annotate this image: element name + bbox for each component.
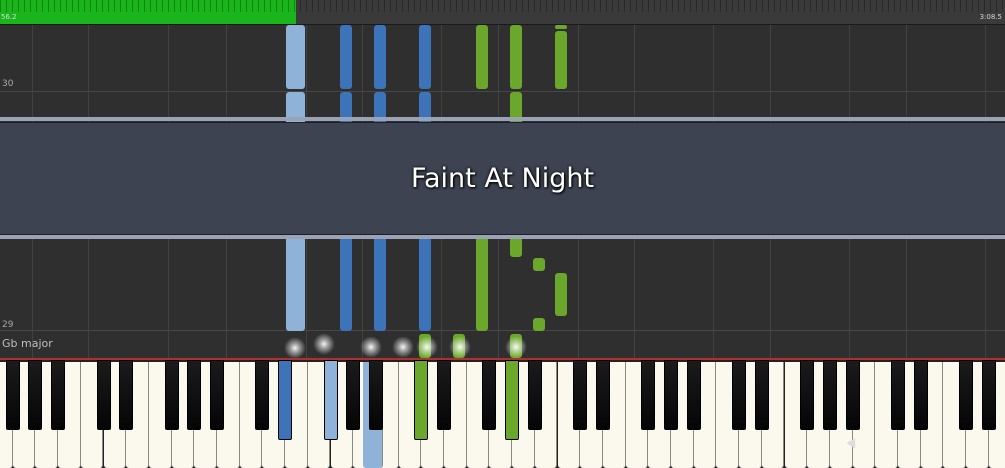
note-bar	[340, 25, 352, 89]
note-hit-glow	[313, 333, 335, 355]
note-bar	[419, 25, 431, 89]
note-bar	[476, 25, 488, 89]
piano-keyboard	[0, 360, 1005, 468]
piano-black-key[interactable]	[210, 360, 224, 430]
note-bar	[476, 237, 488, 331]
progress-ticks	[0, 0, 1005, 12]
note-hit-glow	[416, 336, 438, 358]
piano-black-key[interactable]	[278, 360, 293, 440]
piano-black-key[interactable]	[527, 360, 542, 430]
note-hit-glow	[392, 336, 414, 358]
note-bar	[340, 237, 352, 331]
piano-black-key[interactable]	[96, 360, 111, 430]
piano-black-key[interactable]	[664, 360, 678, 430]
key-signature-label: Gb major	[2, 337, 53, 350]
piano-black-key[interactable]	[641, 360, 656, 430]
note-bar	[419, 237, 431, 331]
note-bar	[286, 25, 305, 89]
note-bar	[533, 258, 545, 271]
piano-black-key[interactable]	[414, 360, 429, 440]
piano-black-key[interactable]	[5, 360, 20, 430]
piano-black-key[interactable]	[981, 360, 996, 430]
note-bar	[533, 318, 545, 331]
note-bar	[555, 31, 567, 89]
piano-black-key[interactable]	[368, 360, 383, 430]
piano-black-key[interactable]	[28, 360, 43, 430]
piano-black-key[interactable]	[845, 360, 860, 430]
elapsed-time: 56.2	[1, 13, 17, 21]
note-bar	[555, 25, 567, 29]
piano-black-key[interactable]	[323, 360, 338, 440]
piano-black-key[interactable]	[822, 360, 837, 430]
note-hit-glow	[505, 336, 527, 358]
measure-number: 30	[2, 79, 14, 89]
piano-black-key[interactable]	[255, 360, 270, 430]
piano-black-key[interactable]	[346, 360, 361, 430]
piano-black-key[interactable]	[164, 360, 179, 430]
piano-black-key[interactable]	[732, 360, 747, 430]
piano-black-key[interactable]	[913, 360, 928, 430]
banner-panel: Faint At Night	[0, 122, 1005, 235]
banner-top-edge	[0, 117, 1005, 121]
piano-black-key[interactable]	[51, 360, 66, 430]
measure-line	[0, 91, 1005, 92]
note-bar	[555, 273, 567, 316]
song-title: Faint At Night	[410, 163, 595, 194]
progress-bar[interactable]: 56.2 3:08.5	[0, 0, 1005, 25]
piano-black-key[interactable]	[686, 360, 701, 430]
piano-black-key[interactable]	[595, 360, 610, 430]
total-time: 3:08.5	[979, 13, 1002, 21]
measure-number: 29	[2, 320, 14, 330]
note-hit-glow	[284, 337, 306, 359]
note-bar	[374, 25, 386, 89]
piano-black-key[interactable]	[573, 360, 588, 430]
piano-black-key[interactable]	[482, 360, 497, 430]
note-bar	[286, 237, 305, 331]
piano-black-key[interactable]	[505, 360, 520, 440]
piano-black-key[interactable]	[959, 360, 974, 430]
piano-black-key[interactable]	[119, 360, 134, 430]
song-title-banner: Faint At Night	[0, 117, 1005, 240]
banner-bottom-edge	[0, 235, 1005, 239]
piano-black-key[interactable]	[800, 360, 815, 430]
measure-line	[0, 330, 1005, 331]
note-hit-glow	[360, 336, 382, 358]
note-bar	[510, 237, 522, 257]
note-hit-glow	[449, 336, 471, 358]
note-bar	[374, 237, 386, 331]
piano-black-key[interactable]	[891, 360, 905, 430]
piano-black-key[interactable]	[754, 360, 769, 430]
piano-black-key[interactable]	[437, 360, 451, 430]
note-bar	[510, 25, 522, 89]
piano-black-key[interactable]	[187, 360, 202, 430]
